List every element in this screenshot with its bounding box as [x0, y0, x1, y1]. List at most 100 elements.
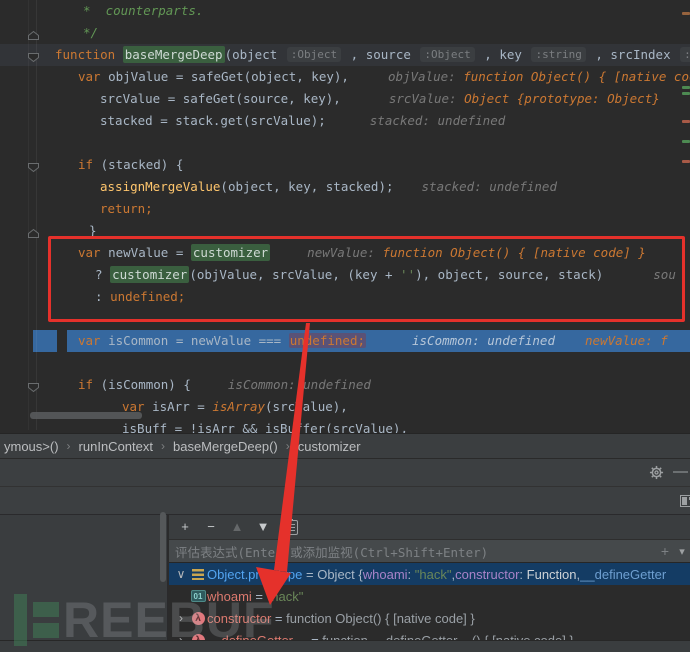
evaluate-expression-input[interactable]: 评估表达式(Enter)或添加监视(Ctrl+Shift+Enter) + ▾	[169, 539, 690, 563]
code-line[interactable]: : undefined;	[0, 286, 690, 308]
fold-expand-icon[interactable]	[27, 380, 40, 398]
add-watch-button-icon[interactable]: +	[177, 519, 193, 535]
vertical-scrollbar-thumb[interactable]	[160, 512, 166, 582]
fold-expand-icon[interactable]	[27, 50, 40, 68]
text-segment: isCommon: undefined	[412, 333, 555, 348]
watch-row[interactable]: ›λconstructor = function Object() { [nat…	[169, 607, 690, 629]
text-segment: __defineGetter__	[207, 633, 307, 641]
watch-icon	[192, 569, 204, 580]
text-segment: :Object	[287, 47, 341, 62]
horizontal-scrollbar-thumb[interactable]	[30, 412, 142, 419]
text-segment: return;	[100, 201, 153, 216]
code-line[interactable]: if (stacked) {	[0, 154, 690, 176]
text-segment: newValue: f	[585, 333, 668, 348]
code-line[interactable]: var newValue = customizernewValue: funct…	[0, 242, 690, 264]
breadcrumb: ymous>()›runInContext›baseMergeDeep()›cu…	[0, 433, 690, 458]
fold-collapse-icon[interactable]	[27, 226, 40, 244]
text-segment: function Object() { [native code] }	[382, 245, 645, 260]
stripe-mark[interactable]	[682, 86, 690, 89]
text-segment: newValue =	[108, 245, 191, 260]
code-line[interactable]: return;	[0, 198, 690, 220]
move-down-button-icon[interactable]: ▼	[255, 519, 271, 535]
breadcrumb-separator: ›	[157, 439, 169, 453]
text-segment: :string	[531, 47, 585, 62]
text-segment: * counterparts.	[83, 3, 203, 18]
text-segment: stacked: undefined	[422, 179, 557, 194]
bottom-strip	[0, 640, 690, 652]
code-editor[interactable]: * counterparts. */function baseMergeDeep(…	[0, 0, 690, 433]
text-segment: (objValue, srcValue, (key +	[189, 267, 400, 282]
breadcrumb-item[interactable]: runInContext	[75, 439, 157, 454]
expand-dropdown-icon[interactable]: ▾	[674, 545, 690, 558]
text-segment: ?	[95, 267, 110, 282]
text-segment: (srcValue),	[265, 399, 348, 414]
text-segment: undefined;	[110, 289, 185, 304]
fold-expand-icon[interactable]	[27, 160, 40, 178]
tree-chevron-icon[interactable]: ›	[173, 633, 189, 640]
text-segment: "hack"	[415, 567, 452, 582]
text-segment: :Object	[420, 47, 474, 62]
code-line[interactable]: isBuff = !isArr && isBuffer(srcValue),	[0, 418, 690, 433]
code-line[interactable]	[0, 352, 690, 374]
code-line[interactable]: }	[0, 220, 690, 242]
stripe-mark[interactable]	[682, 12, 690, 15]
text-segment: assignMergeValue	[100, 179, 220, 194]
stripe-mark[interactable]	[682, 140, 690, 143]
text-segment: =	[302, 567, 317, 582]
text-segment: function Object() { [native code]	[463, 69, 690, 84]
primitive-value-icon: 01	[191, 590, 206, 602]
text-segment: stacked = stack.get(srcValue);	[100, 113, 326, 128]
settings-gear-icon[interactable]	[649, 465, 664, 485]
code-line[interactable]	[0, 132, 690, 154]
text-segment: var	[78, 69, 108, 84]
code-line[interactable]: var objValue = safeGet(object, key),objV…	[0, 66, 690, 88]
hide-panel-icon[interactable]: —	[673, 463, 688, 480]
text-segment: :	[519, 567, 526, 582]
text-segment: Function	[527, 567, 577, 582]
text-segment: , source	[343, 47, 418, 62]
watch-row[interactable]: 01whoami = "hack"	[169, 585, 690, 607]
text-segment: customizer	[191, 244, 270, 261]
copy-button-icon[interactable]	[285, 520, 298, 535]
remove-watch-button-icon[interactable]: −	[203, 519, 219, 535]
code-line[interactable]: if (isCommon) {isCommon: undefined	[0, 374, 690, 396]
fold-collapse-icon[interactable]	[27, 28, 40, 46]
code-line[interactable]: function baseMergeDeep(object :Object , …	[0, 44, 690, 66]
text-segment: (isCommon) {	[101, 377, 191, 392]
text-segment: if	[78, 157, 101, 172]
code-line[interactable]: ? customizer(objValue, srcValue, (key + …	[0, 264, 690, 286]
tree-chevron-icon[interactable]: ∨	[173, 567, 189, 581]
text-segment: sou	[653, 267, 676, 282]
breadcrumb-item[interactable]: customizer	[294, 439, 365, 454]
text-segment: objValue = safeGet(object, key),	[108, 69, 349, 84]
text-segment: :	[408, 567, 415, 582]
text-segment: Object.prototype	[207, 567, 302, 582]
watch-row[interactable]: ›λ__defineGetter__ = function __defineGe…	[169, 629, 690, 640]
watches-toolbar: +−▲ ▼	[169, 515, 690, 539]
text-segment: __defineGetter	[580, 567, 666, 582]
code-line[interactable]: */	[0, 22, 690, 44]
change-layout-icon[interactable]	[680, 495, 690, 507]
debug-toolwindow-header: —	[0, 458, 690, 487]
code-line[interactable]: srcValue = safeGet(source, key),srcValue…	[0, 88, 690, 110]
row-icon-slot: 01	[189, 590, 207, 602]
breadcrumb-item[interactable]: baseMergeDeep()	[169, 439, 282, 454]
stripe-mark[interactable]	[682, 92, 690, 95]
stripe-mark[interactable]	[682, 160, 690, 163]
tree-chevron-icon[interactable]: ›	[173, 611, 189, 625]
code-lines: * counterparts. */function baseMergeDeep(…	[0, 0, 690, 433]
row-icon-slot	[189, 569, 207, 580]
breadcrumb-item[interactable]: ymous>()	[0, 439, 63, 454]
code-line[interactable]: stacked = stack.get(srcValue);stacked: u…	[0, 110, 690, 132]
watch-row[interactable]: ∨Object.prototype = Object {whoami: "hac…	[169, 563, 690, 585]
stripe-mark[interactable]	[682, 120, 690, 123]
move-up-button-icon[interactable]: ▲	[229, 519, 245, 535]
code-line[interactable]	[0, 308, 690, 330]
frames-pane-empty	[0, 515, 168, 640]
code-line[interactable]: var isCommon = newValue === undefined;is…	[0, 330, 690, 352]
text-segment: baseMergeDeep	[123, 46, 225, 63]
add-watch-inline-icon[interactable]: +	[656, 543, 674, 559]
code-line[interactable]: * counterparts.	[0, 0, 690, 22]
code-line[interactable]: assignMergeValue(object, key, stacked);s…	[0, 176, 690, 198]
watches-tree: ∨Object.prototype = Object {whoami: "hac…	[169, 563, 690, 640]
